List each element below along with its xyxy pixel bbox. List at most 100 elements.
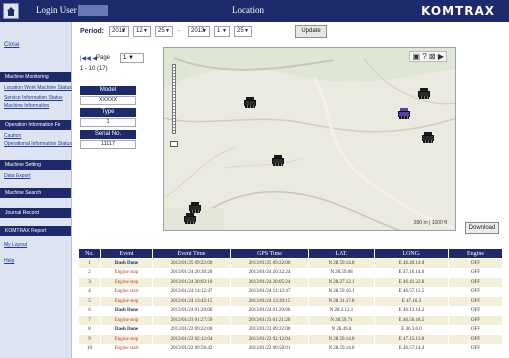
cell-gps-time: 2013/01/24 20:32:24 [230,267,309,278]
map-toolbar[interactable]: ▣ ? ⊠ ▶ [409,51,447,62]
sidebar-menu-machine-search[interactable]: Machine Search [0,188,71,198]
cell-no: 4 [78,286,101,297]
cell-long: E 46.3.0.0 [374,324,449,335]
cell-lat: N 28.27.12.1 [308,277,375,288]
cell-engine: OFF [448,277,503,288]
to-month-select[interactable]: 1 ▼ [214,26,230,37]
cell-event: Engine stop [100,277,153,288]
from-year-select[interactable]: 2012 ▼ [109,26,129,37]
col-engine[interactable]: Engine [448,248,503,259]
sidebar-item-my-layout[interactable]: My Layout [4,242,27,248]
location-page: { "topbar": { "user_label": "Login User"… [0,0,509,358]
cell-gps-time: 2013/01/24 01:20:00 [230,305,309,316]
top-bar: Login User Location KOMTRAX [0,0,509,22]
cell-long: E 47.15.13.8 [374,334,449,345]
cell-gps-time: 2013/01/25 09:22:00 [230,258,309,269]
period-separator: - [178,28,180,34]
table-row[interactable]: 4 Engine start 2013/01/24 14:12:47 2013/01/… [78,286,503,297]
sidebar-item-help[interactable]: Help [4,258,14,264]
close-link[interactable]: Close [4,42,19,48]
cell-event-time: 2013/01/22 02:12:04 [152,334,231,345]
machine-marker-icon[interactable] [184,213,196,224]
event-table: No. Event Event Time GPS Time LAT. LONG.… [78,248,503,354]
cell-event: Engine stop [100,315,153,326]
to-year-select[interactable]: 2013 ▼ [188,26,210,37]
cell-lat: N 28.59.16.1 [308,286,375,297]
sidebar-item-location-status[interactable]: Location Work Machine Status [4,85,72,91]
type-label: Type [80,108,136,117]
cell-long: E 46.41.22.8 [374,277,449,288]
cell-engine: OFF [448,267,503,278]
cell-no: 3 [78,277,101,288]
type-value: 1 [80,118,136,127]
brand-logo: KOMTRAX [421,4,495,18]
cell-gps-time: 2013/01/24 20:05:24 [230,277,309,288]
cell-gps-time: 2013/01/24 13:39:15 [230,296,309,307]
cell-no: 6 [78,305,101,316]
home-icon[interactable] [3,3,19,19]
cell-engine: OFF [448,286,503,297]
machine-marker-icon[interactable] [272,155,284,166]
sidebar-item-caution[interactable]: Caution [4,133,21,139]
zoom-slider[interactable] [172,64,176,134]
cell-engine: OFF [448,258,503,269]
machine-marker-icon[interactable] [422,132,434,143]
cell-event-time: 2013/01/22 00:56:42 [152,343,231,354]
model-label: Model [80,86,136,95]
location-map[interactable]: ▣ ? ⊠ ▶ 200 m | 1000 ft [163,47,456,231]
cell-long: E 47.16.3 [374,296,449,307]
table-row[interactable]: 3 Engine stop 2013/01/24 20:03:10 2013/01/2… [78,277,503,288]
from-day-select[interactable]: 25 ▼ [155,26,173,37]
page-select[interactable]: 1 ▼ [120,53,144,63]
cell-event-time: 2013/01/24 13:42:15 [152,296,231,307]
col-event-time[interactable]: Event Time [152,248,231,259]
cell-no: 1 [78,258,101,269]
machine-marker-icon[interactable] [189,202,201,213]
update-button[interactable]: Update [295,25,327,38]
table-row[interactable]: 8 Dash Done 2013/01/22 09:22:00 2013/01/22 … [78,324,503,335]
cell-lat: N 28.59.14.8 [308,258,375,269]
cell-gps-time: 2013/01/22 02:12:04 [230,334,309,345]
table-row[interactable]: 10 Engine start 2013/01/22 00:56:42 2013/01… [78,343,503,354]
cell-engine: OFF [448,324,503,335]
sidebar-menu-komtrax-report[interactable]: KOMTRAX Report [0,226,71,236]
col-long[interactable]: LONG. [374,248,449,259]
sidebar-item-service-status[interactable]: Service Information Status [4,95,63,101]
download-button[interactable]: Download [465,222,499,234]
cell-event: Engine stop [100,296,153,307]
cell-event: Dash Done [100,305,153,316]
col-gps-time[interactable]: GPS Time [230,248,309,259]
zoom-out-icon[interactable] [170,141,178,147]
cell-long: E 46.57.12.5 [374,286,449,297]
sidebar-menu-journal-record[interactable]: Journal Record [0,208,71,218]
cell-engine: OFF [448,315,503,326]
cell-lat: N 28.31.17.8 [308,296,375,307]
col-event[interactable]: Event [100,248,153,259]
cell-long: E 47.16.14.0 [374,267,449,278]
table-row[interactable]: 5 Engine stop 2013/01/24 13:42:15 2013/01/2… [78,296,503,307]
from-month-select[interactable]: 12 ▼ [133,26,151,37]
sidebar-item-operational-status[interactable]: Operational Information Status [4,141,72,147]
sidebar-item-machine-information[interactable]: Machine Information [4,103,49,109]
cell-lat: N 28.59.14.8 [308,343,375,354]
machine-marker-icon[interactable] [244,97,256,108]
machine-marker-icon[interactable] [418,88,430,99]
table-row[interactable]: 9 Engine stop 2013/01/22 02:12:04 2013/01/2… [78,334,503,345]
cell-event: Dash Done [100,258,153,269]
to-day-select[interactable]: 25 ▼ [234,26,252,37]
cell-event: Engine start [100,343,153,354]
cell-event-time: 2013/01/25 09:22:00 [152,258,231,269]
cell-gps-time: 2013/01/23 01:21:20 [230,315,309,326]
col-lat[interactable]: LAT. [308,248,375,259]
table-row[interactable]: 2 Engine stop 2013/01/24 20:30:28 2013/01/2… [78,267,503,278]
table-row[interactable]: 1 Dash Done 2013/01/25 09:22:00 2013/01/25 … [78,258,503,269]
login-user-label: Login User [36,5,77,15]
machine-marker-selected-icon[interactable] [398,108,410,119]
sidebar-item-data-export[interactable]: Data Export [4,173,30,179]
cell-engine: OFF [448,343,503,354]
col-no[interactable]: No. [78,248,101,259]
paging-first-prev-icon[interactable]: |◀◀ ◀ [80,55,97,62]
sidebar-section-machine-setting: Machine Setting [0,160,71,170]
table-row[interactable]: 6 Dash Done 2013/01/24 01:20:00 2013/01/24 … [78,305,503,316]
table-row[interactable]: 7 Engine stop 2013/01/23 01:27:59 2013/01/2… [78,315,503,326]
